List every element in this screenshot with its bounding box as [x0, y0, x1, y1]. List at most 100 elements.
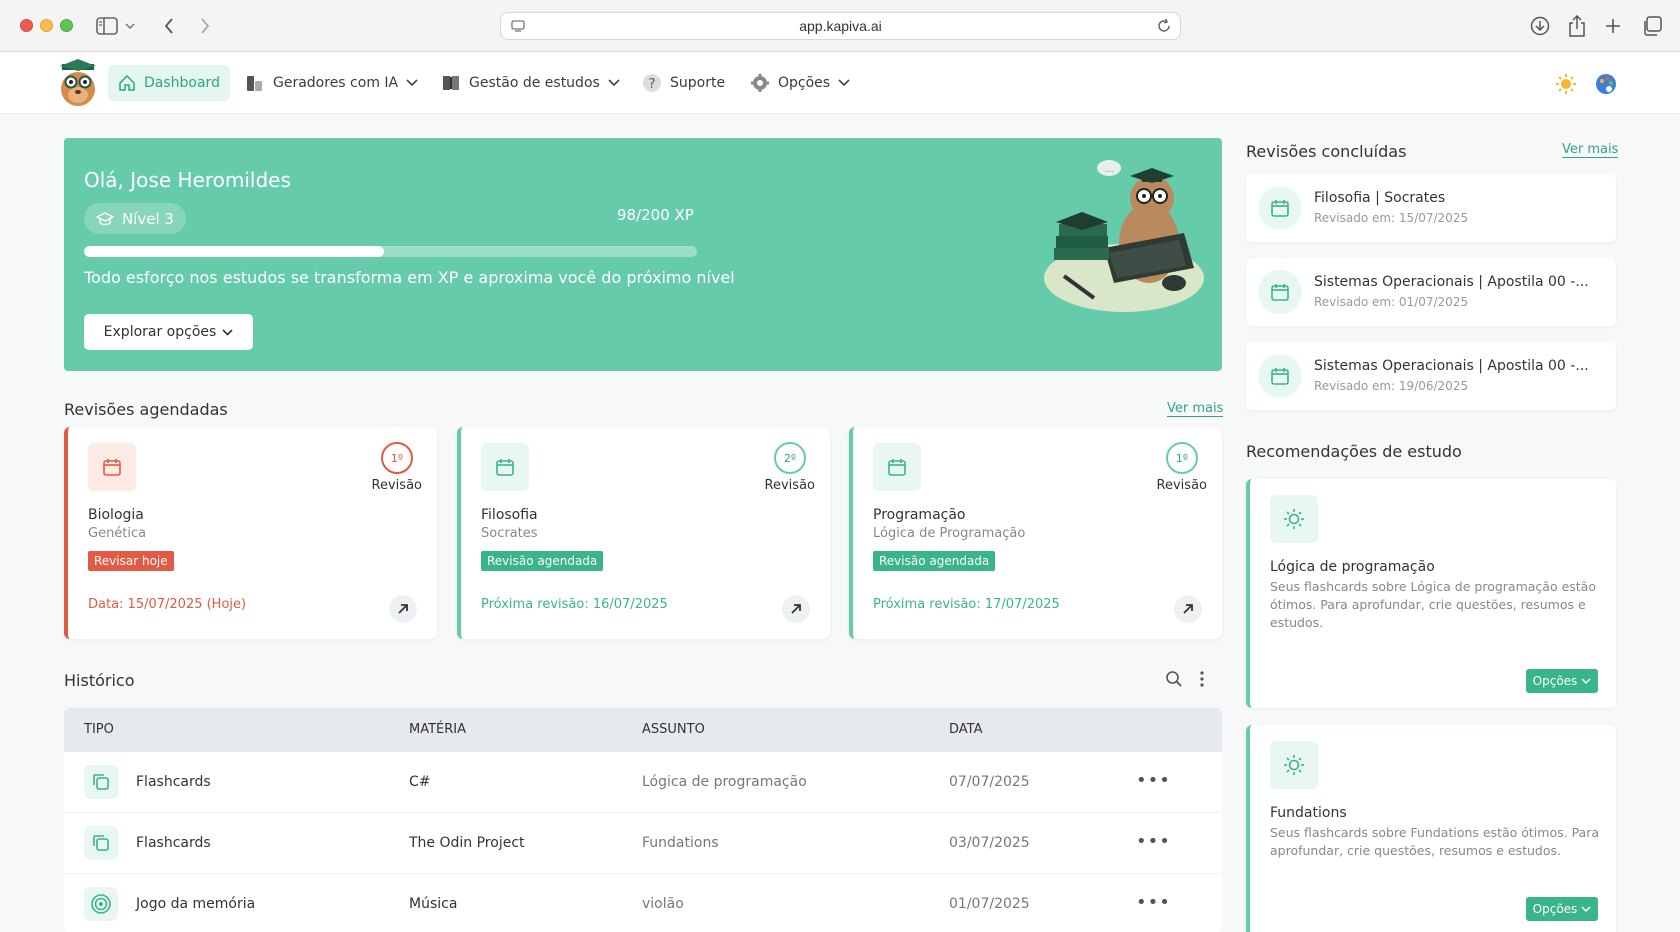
site-info-icon[interactable] [511, 19, 525, 36]
nav-opcoes-label: Opções [778, 75, 831, 91]
chevron-down-icon [1581, 906, 1591, 912]
greeting: Olá, Jose Heromildes [84, 168, 291, 192]
row-date: 07/07/2025 [949, 774, 1030, 790]
column-header: MATÉRIA [409, 722, 467, 737]
reload-icon[interactable] [1156, 18, 1172, 37]
completed-see-more-link[interactable]: Ver mais [1562, 142, 1619, 158]
share-icon[interactable] [1565, 14, 1589, 38]
nav-dashboard-label: Dashboard [144, 75, 220, 91]
tab-overview-icon[interactable] [1640, 14, 1664, 38]
nav-gestao[interactable]: Gestão de estudos [431, 65, 630, 101]
xp-progress-fill [84, 246, 385, 257]
more-horizontal-icon[interactable]: ••• [1136, 831, 1171, 852]
recommendation-options-button[interactable]: Opções [1526, 669, 1598, 693]
status-badge: Revisão agendada [873, 551, 996, 571]
row-topic: Fundations [642, 835, 719, 851]
forward-icon[interactable] [193, 14, 217, 38]
completed-review-item[interactable]: Filosofia | Socrates Revisado em: 15/07/… [1246, 174, 1616, 242]
copy-icon [84, 826, 118, 860]
scheduled-review-card[interactable]: 2º Revisão Filosofia Socrates Revisão ag… [457, 427, 830, 639]
url-text: app.kapiva.ai [799, 18, 882, 34]
card-subject: Biologia [88, 507, 144, 523]
table-header: TIPO MATÉRIA ASSUNTO DATA [64, 708, 1222, 752]
more-horizontal-icon[interactable]: ••• [1136, 892, 1171, 913]
nav-suporte[interactable]: ? Suporte [632, 65, 735, 101]
completed-item-title: Filosofia | Socrates [1314, 190, 1446, 206]
card-date: Próxima revisão: 17/07/2025 [873, 597, 1060, 612]
table-row[interactable]: Flashcards C# Lógica de programação 07/0… [64, 752, 1222, 813]
open-arrow-icon[interactable] [782, 595, 810, 623]
recommendation-description: Seus flashcards sobre Fundations estão ó… [1270, 825, 1599, 858]
level-badge: Nível 3 [84, 203, 186, 234]
revision-number: 1º [381, 442, 413, 474]
table-row[interactable]: Jogo da memória Música violão 01/07/2025… [64, 874, 1222, 932]
open-arrow-icon[interactable] [1174, 595, 1202, 623]
calendar-icon [481, 443, 529, 491]
explore-options-button[interactable]: Explorar opções [84, 314, 253, 350]
minimize-window-button[interactable] [40, 19, 53, 32]
more-horizontal-icon[interactable]: ••• [1136, 770, 1171, 791]
sun-icon[interactable] [1555, 73, 1577, 95]
calendar-icon [1258, 354, 1302, 398]
sidebar-toggle-icon[interactable] [95, 14, 119, 38]
nav-gestao-label: Gestão de estudos [469, 75, 600, 91]
table-row[interactable]: Flashcards The Odin Project Fundations 0… [64, 813, 1222, 874]
nav-dashboard[interactable]: Dashboard [108, 65, 230, 101]
scheduled-reviews-title: Revisões agendadas [64, 400, 228, 419]
options-label: Opções [1532, 674, 1578, 688]
card-subject: Programação [873, 507, 966, 523]
card-topic: Lógica de Programação [873, 526, 1026, 541]
chevron-down-icon[interactable] [123, 14, 137, 38]
graduation-cap-icon [96, 211, 114, 225]
greeting-prefix: Olá, [84, 168, 131, 192]
nav-suporte-label: Suporte [670, 75, 726, 91]
row-date: 03/07/2025 [949, 835, 1030, 851]
close-window-button[interactable] [20, 19, 33, 32]
nav-opcoes[interactable]: Opções [740, 65, 860, 101]
row-topic: Lógica de programação [642, 774, 807, 790]
recommendation-card[interactable]: Fundations Seus flashcards sobre Fundati… [1246, 725, 1616, 932]
completed-item-date: Revisado em: 01/07/2025 [1314, 295, 1469, 309]
options-label: Opções [1532, 902, 1578, 916]
address-bar[interactable]: app.kapiva.ai [500, 12, 1181, 40]
card-date: Próxima revisão: 16/07/2025 [481, 597, 668, 612]
recommendation-title: Fundations [1270, 805, 1347, 821]
scheduled-review-card[interactable]: 1º Revisão Biologia Genética Revisar hoj… [64, 427, 437, 639]
completed-item-date: Revisado em: 15/07/2025 [1314, 211, 1469, 225]
chevron-down-icon [1581, 678, 1591, 684]
completed-reviews-title: Revisões concluídas [1246, 142, 1407, 161]
history-title: Histórico [64, 671, 135, 690]
help-icon: ? [643, 74, 661, 92]
completed-item-title: Sistemas Operacionais | Apostila 00 -... [1314, 358, 1589, 374]
chevron-down-icon [608, 79, 620, 87]
level-label: Nível 3 [122, 209, 174, 228]
row-topic: violão [642, 896, 684, 912]
open-arrow-icon[interactable] [389, 595, 417, 623]
recommendation-description: Seus flashcards sobre Lógica de programa… [1270, 579, 1596, 630]
card-date: Data: 15/07/2025 (Hoje) [88, 597, 247, 612]
welcome-hero: Olá, Jose Heromildes Nível 3 98/200 XP T… [64, 138, 1222, 371]
new-tab-icon[interactable] [1601, 14, 1625, 38]
completed-review-item[interactable]: Sistemas Operacionais | Apostila 00 -...… [1246, 258, 1616, 326]
scheduled-review-card[interactable]: 1º Revisão Programação Lógica de Program… [849, 427, 1222, 639]
revision-number: 1º [1166, 442, 1198, 474]
revision-label: Revisão [764, 478, 815, 493]
recommendation-title: Lógica de programação [1270, 559, 1435, 575]
sun-icon [1270, 495, 1318, 543]
download-icon[interactable] [1528, 14, 1552, 38]
status-badge: Revisão agendada [481, 551, 604, 571]
app-navbar: Dashboard Geradores com IA Gestão de est… [0, 53, 1680, 114]
nav-geradores[interactable]: Geradores com IA [235, 65, 428, 101]
maximize-window-button[interactable] [60, 19, 73, 32]
palette-icon[interactable] [1595, 73, 1617, 95]
column-header: ASSUNTO [642, 722, 705, 737]
recommendation-options-button[interactable]: Opções [1526, 897, 1598, 921]
completed-review-item[interactable]: Sistemas Operacionais | Apostila 00 -...… [1246, 342, 1616, 410]
more-vertical-icon[interactable] [1198, 670, 1206, 692]
recommendation-card[interactable]: Lógica de programação Seus flashcards so… [1246, 479, 1616, 708]
nav-geradores-label: Geradores com IA [273, 75, 399, 91]
scheduled-see-more-link[interactable]: Ver mais [1167, 401, 1224, 417]
search-icon[interactable] [1165, 670, 1183, 692]
kapiva-logo[interactable] [58, 58, 98, 108]
back-icon[interactable] [157, 14, 181, 38]
